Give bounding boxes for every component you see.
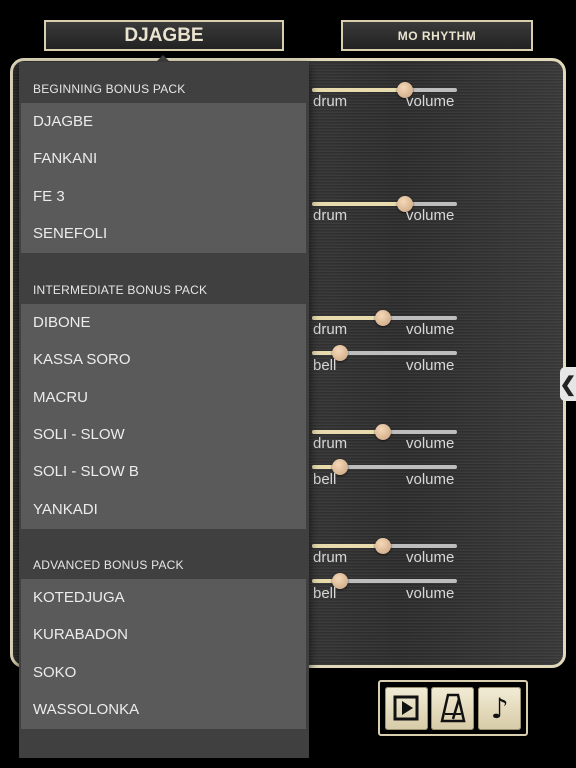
slider-label: drum <box>313 549 348 566</box>
slider-label: drum <box>313 435 348 452</box>
slider-value-label: volume <box>406 549 455 566</box>
rhythm-select-label: DJAGBE <box>124 24 204 46</box>
slider-value-label: volume <box>406 435 455 452</box>
menu-item[interactable]: SENEFOLI <box>33 215 107 252</box>
play-button[interactable] <box>384 686 428 730</box>
chevron-left-icon: ❮ <box>559 373 576 396</box>
menu-item[interactable]: DJAGBE <box>33 103 93 140</box>
menu-group: DJAGBE FANKANI FE 3 SENEFOLI <box>21 103 306 253</box>
slider-knob[interactable] <box>375 424 392 440</box>
sound-button[interactable]: ♪ <box>478 686 522 730</box>
transport-controls: ♪ <box>378 680 528 736</box>
slider-value-label: volume <box>406 321 455 338</box>
menu-item[interactable]: YANKADI <box>33 491 98 528</box>
logo-prefix: MO <box>397 28 419 43</box>
slider-value-label: volume <box>406 585 455 602</box>
menu-item[interactable]: DIBONE <box>33 304 91 341</box>
rhythm-dropdown-menu: BEGINNING BONUS PACK DJAGBE FANKANI FE 3… <box>19 62 309 758</box>
slider-label: bell <box>313 357 337 374</box>
menu-item[interactable]: FE 3 <box>33 178 65 215</box>
rhythm-select-button[interactable]: DJAGBE <box>44 20 284 51</box>
logo-suffix: RHYTHM <box>421 28 477 43</box>
menu-item[interactable]: KOTEDJUGA <box>33 579 125 616</box>
slider-value-label: volume <box>406 471 455 488</box>
slider-label: bell <box>313 585 337 602</box>
menu-item[interactable]: MACRU <box>33 379 88 416</box>
menu-item[interactable]: FANKANI <box>33 140 97 177</box>
menu-item[interactable]: KASSA SORO <box>33 341 131 378</box>
menu-item[interactable]: SOLI - SLOW <box>33 416 125 453</box>
play-icon <box>393 695 419 721</box>
section-header: BEGINNING BONUS PACK <box>33 82 186 96</box>
slider-label: bell <box>313 471 337 488</box>
collapse-tab[interactable]: ❮ <box>560 367 576 401</box>
slider-label: drum <box>313 321 348 338</box>
music-note-icon: ♪ <box>490 691 509 725</box>
metronome-icon <box>440 693 466 723</box>
section-header: INTERMEDIATE BONUS PACK <box>33 283 208 297</box>
dropdown-pointer <box>156 55 170 62</box>
app-logo: MO RHYTHM <box>341 20 533 51</box>
slider-value-label: volume <box>406 93 455 110</box>
slider-knob[interactable] <box>375 310 392 326</box>
metronome-button[interactable] <box>431 686 475 730</box>
menu-group: DIBONE KASSA SORO MACRU SOLI - SLOW SOLI… <box>21 304 306 529</box>
slider-label: drum <box>313 93 348 110</box>
slider-label: drum <box>313 207 348 224</box>
menu-item[interactable]: SOLI - SLOW B <box>33 453 139 490</box>
menu-group: KOTEDJUGA KURABADON SOKO WASSOLONKA <box>21 579 306 729</box>
menu-item[interactable]: SOKO <box>33 654 76 691</box>
slider-value-label: volume <box>406 357 455 374</box>
menu-item[interactable]: WASSOLONKA <box>33 691 139 728</box>
slider-knob[interactable] <box>375 538 392 554</box>
menu-item[interactable]: KURABADON <box>33 616 128 653</box>
section-header: ADVANCED BONUS PACK <box>33 558 184 572</box>
slider-value-label: volume <box>406 207 455 224</box>
